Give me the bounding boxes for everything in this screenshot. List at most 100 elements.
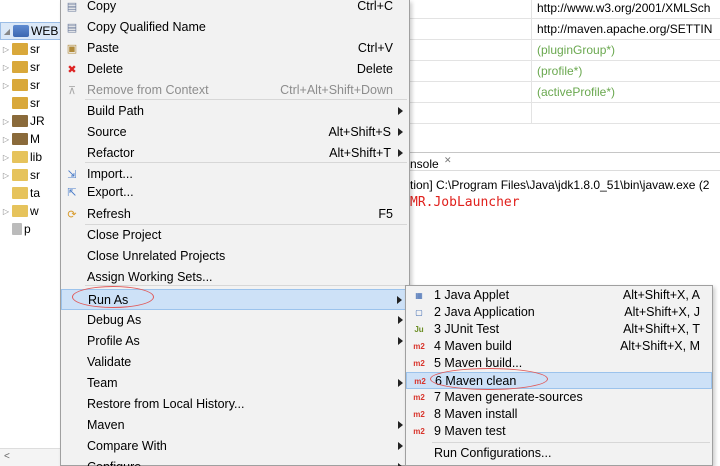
run-as-item-2-java-application[interactable]: ▢ 2 Java Application Alt+Shift+X, J xyxy=(406,304,712,321)
tree-item[interactable]: ◢ WEB xyxy=(0,22,66,40)
divider xyxy=(410,170,720,171)
menu-item-close-unrelated-projects[interactable]: Close Unrelated Projects xyxy=(61,246,409,267)
menu-item-debug-as[interactable]: Debug As xyxy=(61,310,409,331)
run-as-item-label: 4 Maven build xyxy=(434,339,512,353)
menu-item-shortcut: F5 xyxy=(378,207,393,221)
maven-m2-icon: m2 xyxy=(413,427,425,436)
menu-item-copy-qualified-name[interactable]: ▤ Copy Qualified Name xyxy=(61,17,409,38)
table-row[interactable]: http://maven.apache.org/SETTIN xyxy=(410,19,720,40)
submenu-arrow-icon xyxy=(398,316,403,324)
run-as-item-shortcut: Alt+Shift+X, A xyxy=(622,288,700,302)
menu-item-label: Assign Working Sets... xyxy=(87,270,213,284)
tree-item[interactable]: ▷ lib xyxy=(0,148,66,166)
table-row[interactable]: (activeProfile*) xyxy=(410,82,720,103)
menu-item-maven[interactable]: Maven xyxy=(61,415,409,436)
expand-arrow-icon[interactable]: ▷ xyxy=(0,207,12,216)
table-row[interactable]: (pluginGroup*) xyxy=(410,40,720,61)
run-as-item-3-junit-test[interactable]: Ju 3 JUnit Test Alt+Shift+X, T xyxy=(406,321,712,338)
folder-icon xyxy=(12,187,28,199)
folder-icon xyxy=(12,169,28,181)
expand-arrow-icon[interactable]: ▷ xyxy=(0,63,12,72)
library-icon xyxy=(12,133,28,145)
tree-item[interactable]: ▷ sr xyxy=(0,58,66,76)
tree-item[interactable]: ta xyxy=(0,184,66,202)
run-as-item-9-maven-test[interactable]: m2 9 Maven test xyxy=(406,423,712,440)
menu-item-shortcut: Ctrl+C xyxy=(357,0,393,13)
menu-item-delete[interactable]: ✖ Delete Delete xyxy=(61,59,409,80)
tree-item[interactable]: sr xyxy=(0,94,66,112)
menu-item-refactor[interactable]: Refactor Alt+Shift+T xyxy=(61,143,409,164)
file-icon xyxy=(12,223,22,235)
menu-item-refresh[interactable]: ⟳ Refresh F5 xyxy=(61,204,409,225)
menu-item-label: Restore from Local History... xyxy=(87,397,245,411)
menu-item-label: Validate xyxy=(87,355,132,369)
tree-item-label: lib xyxy=(30,150,43,164)
menu-item-label: Source xyxy=(87,125,127,139)
run-as-item-label: 3 JUnit Test xyxy=(434,322,500,336)
menu-separator xyxy=(85,224,407,225)
expand-arrow-icon[interactable]: ▷ xyxy=(0,117,12,126)
expand-arrow-icon[interactable]: ▷ xyxy=(0,171,12,180)
menu-item-configure[interactable]: Configure xyxy=(61,457,409,466)
source-folder-icon xyxy=(12,43,28,55)
menu-item-export[interactable]: ⇱ Export... xyxy=(61,182,409,203)
console-output-line: MR.JobLauncher xyxy=(410,195,520,210)
tree-item[interactable]: p xyxy=(0,220,66,238)
run-as-item-7-maven-generate-sources[interactable]: m2 7 Maven generate-sources xyxy=(406,389,712,406)
scroll-left-icon[interactable]: < xyxy=(4,451,10,462)
run-as-item-4-maven-build[interactable]: m2 4 Maven build Alt+Shift+X, M xyxy=(406,338,712,355)
menu-item-profile-as[interactable]: Profile As xyxy=(61,331,409,352)
expand-arrow-icon[interactable]: ▷ xyxy=(0,81,12,90)
close-icon[interactable]: ✕ xyxy=(444,155,452,166)
table-row[interactable]: (profile*) xyxy=(410,61,720,82)
expand-arrow-icon[interactable]: ▷ xyxy=(0,153,12,162)
tree-item[interactable]: ▷ w xyxy=(0,202,66,220)
java-applet-icon: ▦ xyxy=(415,291,423,300)
tree-item-label: M xyxy=(30,132,40,146)
table-cell-node xyxy=(410,61,532,82)
tree-item-label: p xyxy=(24,222,31,236)
menu-item-label: Import... xyxy=(87,167,133,181)
menu-item-team[interactable]: Team xyxy=(61,373,409,394)
tree-item[interactable]: ▷ M xyxy=(0,130,66,148)
menu-item-close-project[interactable]: Close Project xyxy=(61,225,409,246)
tree-item-label: sr xyxy=(30,168,40,182)
console-tab[interactable]: nsole ✕ xyxy=(410,152,720,176)
expand-arrow-icon[interactable]: ▷ xyxy=(0,135,12,144)
menu-item-paste[interactable]: ▣ Paste Ctrl+V xyxy=(61,38,409,59)
table-row[interactable]: http://www.w3.org/2001/XMLSch xyxy=(410,0,720,19)
tree-item-label: JR xyxy=(30,114,45,128)
menu-item-shortcut: Alt+Shift+T xyxy=(329,146,391,160)
menu-item-restore-from-local-history[interactable]: Restore from Local History... xyxy=(61,394,409,415)
menu-item-source[interactable]: Source Alt+Shift+S xyxy=(61,122,409,143)
menu-item-label: Configure xyxy=(87,460,141,466)
tree-item-label: sr xyxy=(30,60,40,74)
maven-m2-icon: m2 xyxy=(413,410,425,419)
menu-item-copy[interactable]: ▤ Copy Ctrl+C xyxy=(61,0,409,17)
run-as-item-run-configurations[interactable]: Run Configurations... xyxy=(406,445,712,462)
menu-item-label: Paste xyxy=(87,41,119,55)
tree-item[interactable]: ▷ sr xyxy=(0,40,66,58)
expand-arrow-icon[interactable]: ◢ xyxy=(1,27,13,36)
tree-item[interactable]: ▷ JR xyxy=(0,112,66,130)
tree-item-label: sr xyxy=(30,78,40,92)
horizontal-scrollbar[interactable]: < xyxy=(0,448,60,466)
source-folder-icon xyxy=(12,97,28,109)
table-row[interactable] xyxy=(410,103,720,124)
menu-item-build-path[interactable]: Build Path xyxy=(61,101,409,122)
submenu-arrow-icon xyxy=(398,442,403,450)
run-as-item-8-maven-install[interactable]: m2 8 Maven install xyxy=(406,406,712,423)
menu-item-validate[interactable]: Validate xyxy=(61,352,409,373)
source-folder-icon xyxy=(12,61,28,73)
expand-arrow-icon[interactable]: ▷ xyxy=(0,45,12,54)
run-as-item-label: 7 Maven generate-sources xyxy=(434,390,583,404)
menu-item-label: Compare With xyxy=(87,439,167,453)
menu-item-label: Refresh xyxy=(87,207,131,221)
tree-item[interactable]: ▷ sr xyxy=(0,166,66,184)
menu-item-shortcut: Alt+Shift+S xyxy=(328,125,391,139)
table-cell-content: (profile*) xyxy=(537,64,583,78)
run-as-item-label: 9 Maven test xyxy=(434,424,506,438)
run-as-item-1-java-applet[interactable]: ▦ 1 Java Applet Alt+Shift+X, A xyxy=(406,287,712,304)
menu-item-compare-with[interactable]: Compare With xyxy=(61,436,409,457)
tree-item[interactable]: ▷ sr xyxy=(0,76,66,94)
